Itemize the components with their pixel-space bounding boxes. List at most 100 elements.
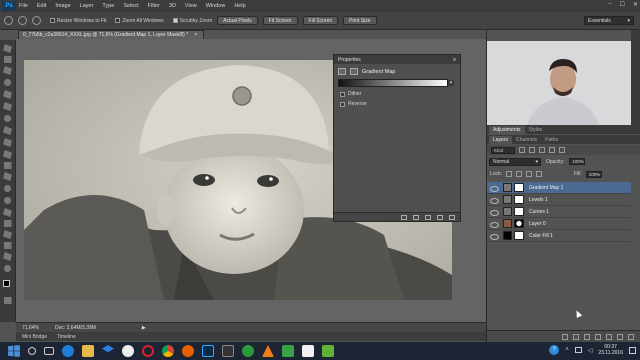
menu-edit[interactable]: Edit <box>37 3 46 9</box>
edge-icon[interactable] <box>62 345 74 357</box>
network-icon[interactable] <box>574 347 582 353</box>
menu-filter[interactable]: Filter <box>148 3 160 9</box>
dodge-tool-icon[interactable] <box>3 196 12 205</box>
layer-row[interactable]: Color Fill 1 <box>487 230 631 242</box>
eye-icon[interactable] <box>489 185 499 192</box>
photoshop-taskbar-icon[interactable] <box>202 345 214 357</box>
menu-help[interactable]: Help <box>234 3 245 9</box>
layer-name[interactable]: Layer 0 <box>529 221 546 227</box>
tab-mini-bridge[interactable]: Mini Bridge <box>22 334 47 340</box>
new-layer-icon[interactable] <box>617 333 623 340</box>
shape-filter-icon[interactable] <box>549 147 555 153</box>
checkbox-box[interactable] <box>340 101 345 107</box>
layer-name[interactable]: Levels 1 <box>529 197 548 203</box>
foreground-color-swatch[interactable] <box>2 280 10 287</box>
eyedropper-tool-icon[interactable] <box>3 102 12 111</box>
layer-row[interactable]: Gradient Map 1 <box>487 182 631 194</box>
task-view-icon[interactable] <box>44 347 54 355</box>
chrome-icon[interactable] <box>162 345 174 357</box>
kind-filter-select[interactable]: Kind <box>491 146 515 154</box>
crop-tool-icon[interactable] <box>3 90 12 99</box>
actual-pixels-button[interactable]: Actual Pixels <box>217 16 258 25</box>
close-window-button[interactable]: ✕ <box>633 1 638 8</box>
camtasia-icon[interactable] <box>282 345 294 357</box>
eye-icon[interactable] <box>489 221 499 228</box>
fx-icon[interactable] <box>573 333 579 340</box>
layer-mask-thumbnail[interactable] <box>514 207 524 216</box>
menu-view[interactable]: View <box>185 3 197 9</box>
blur-tool-icon[interactable] <box>3 184 12 193</box>
zoom-out-icon[interactable] <box>32 16 41 25</box>
new-adjustment-icon[interactable] <box>595 333 601 340</box>
trash-icon[interactable] <box>628 333 634 340</box>
file-explorer-icon[interactable] <box>82 345 94 357</box>
checkbox-box[interactable] <box>50 18 55 23</box>
type-filter-icon[interactable] <box>539 147 545 153</box>
layer-mask-thumbnail[interactable] <box>514 231 524 240</box>
adjustment-filter-icon[interactable] <box>529 147 535 153</box>
checkbox-box[interactable] <box>115 18 121 23</box>
pen-tool-icon[interactable] <box>3 208 12 217</box>
windows-start-icon[interactable] <box>8 345 20 357</box>
minimize-button[interactable]: – <box>608 1 611 8</box>
path-selection-tool-icon[interactable] <box>3 230 12 239</box>
notepad-icon[interactable] <box>302 345 314 357</box>
menu-type[interactable]: Type <box>102 3 114 9</box>
visibility-icon[interactable] <box>437 214 443 220</box>
reverse-checkbox[interactable]: Reverse <box>340 101 460 107</box>
help-icon[interactable]: ? <box>549 345 560 355</box>
layer-row[interactable]: Levels 1 <box>487 194 631 206</box>
zoom-all-windows-checkbox[interactable]: Zoom All Windows <box>115 18 164 24</box>
layer-mask-thumbnail[interactable] <box>514 195 524 204</box>
clip-to-layer-icon[interactable] <box>401 214 407 220</box>
clone-stamp-tool-icon[interactable] <box>3 138 12 147</box>
tab-paths[interactable]: Paths <box>541 136 562 144</box>
maximize-button[interactable]: ☐ <box>620 1 625 8</box>
checkbox-box[interactable] <box>172 18 178 23</box>
pixel-filter-icon[interactable] <box>519 147 525 153</box>
zoom-tool-icon[interactable] <box>3 264 12 273</box>
quick-select-tool-icon[interactable] <box>3 78 12 87</box>
hand-tool-icon[interactable] <box>3 252 12 261</box>
link-layers-icon[interactable] <box>562 333 568 340</box>
notifications-icon[interactable] <box>629 346 636 354</box>
tab-timeline[interactable]: Timeline <box>57 334 76 340</box>
tab-styles[interactable]: Styles <box>525 126 547 134</box>
dither-checkbox[interactable]: Dither <box>340 91 460 97</box>
document-tab[interactable]: 0_77b5b_c2a36614_XXXL.jpg @ 71,6% (Gradi… <box>18 30 205 39</box>
lock-transparent-icon[interactable] <box>505 171 512 177</box>
layer-name[interactable]: Color Fill 1 <box>529 233 553 239</box>
layer-name[interactable]: Curves 1 <box>529 209 549 215</box>
blend-mode-select[interactable]: Normal ▾ <box>489 157 541 166</box>
eraser-tool-icon[interactable] <box>3 162 12 169</box>
type-tool-icon[interactable] <box>3 220 12 227</box>
view-previous-icon[interactable] <box>413 214 419 220</box>
reset-icon[interactable] <box>425 214 431 220</box>
healing-brush-tool-icon[interactable] <box>3 114 12 123</box>
brush-tool-icon[interactable] <box>3 126 12 135</box>
gradient-picker[interactable]: ▾ <box>338 79 454 87</box>
mask-icon[interactable] <box>350 68 358 75</box>
menu-select[interactable]: Select <box>123 3 138 9</box>
add-mask-icon[interactable] <box>584 333 590 340</box>
green-app-icon[interactable] <box>322 345 334 357</box>
menu-image[interactable]: Image <box>55 3 70 9</box>
menu-window[interactable]: Window <box>206 3 226 9</box>
eye-icon[interactable] <box>489 233 499 240</box>
search-icon[interactable] <box>28 347 36 355</box>
zoom-tool-icon[interactable] <box>4 16 13 25</box>
rectangle-tool-icon[interactable] <box>3 242 12 249</box>
lock-image-icon[interactable] <box>515 171 522 177</box>
fit-screen-button[interactable]: Fit Screen <box>262 16 298 25</box>
media-player-icon[interactable] <box>222 345 234 357</box>
checkbox-box[interactable] <box>340 91 345 97</box>
resize-windows-checkbox[interactable]: Resize Windows to Fit <box>50 18 106 24</box>
clock[interactable]: 00:37 23.11.2016 <box>598 344 623 356</box>
history-brush-tool-icon[interactable] <box>3 150 12 159</box>
zoom-in-icon[interactable] <box>18 16 27 25</box>
amazon-icon[interactable] <box>122 345 134 357</box>
menu-layer[interactable]: Layer <box>80 3 94 9</box>
chevron-down-icon[interactable]: ▾ <box>448 80 454 86</box>
close-tab-icon[interactable]: × <box>194 32 197 38</box>
workspace-select[interactable]: Essentials ▾ <box>584 16 634 25</box>
